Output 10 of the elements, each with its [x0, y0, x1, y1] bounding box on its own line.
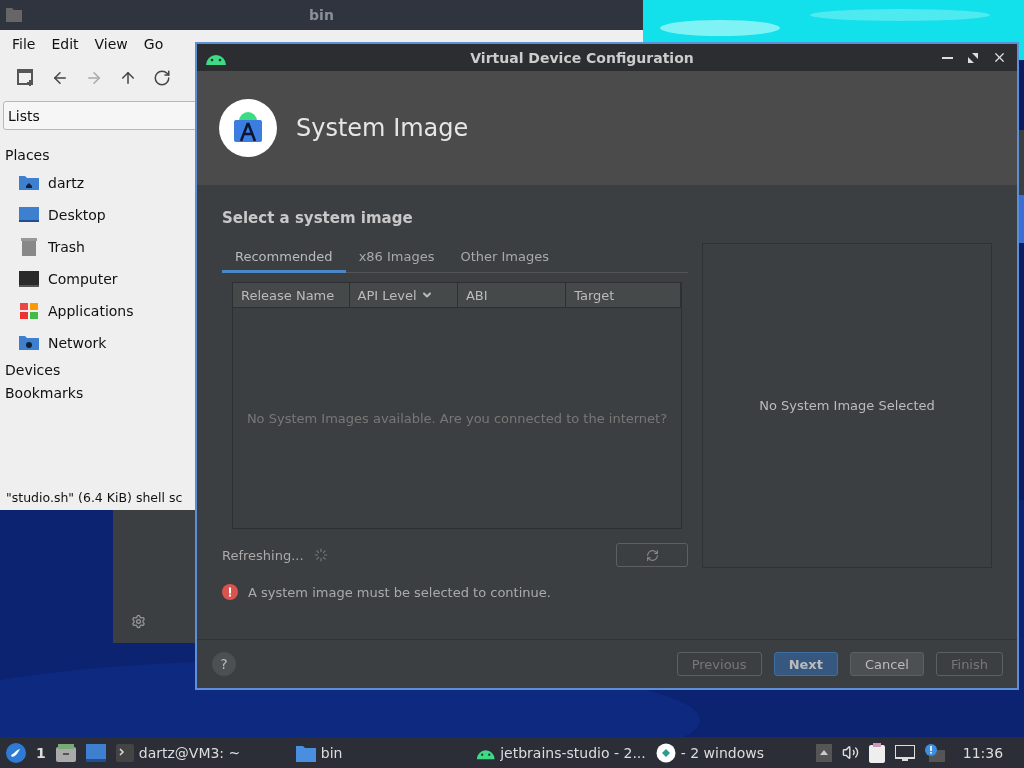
error-message: A system image must be selected to continue.: [248, 584, 551, 600]
status-text: "studio.sh" (6.4 KiB) shell sc: [5, 488, 184, 507]
window-title: bin: [308, 7, 335, 23]
window-title: Virtual Device Configuration: [469, 49, 695, 66]
empty-message: No System Images available. Are you connected to the internet?: [246, 410, 668, 426]
section-heading: Select a system image: [222, 208, 414, 229]
status-text: Refreshing...: [222, 547, 304, 563]
page-title: System Image: [296, 114, 469, 142]
clock: 11:36: [962, 744, 1004, 761]
details-text: No System Image Selected: [759, 398, 935, 413]
